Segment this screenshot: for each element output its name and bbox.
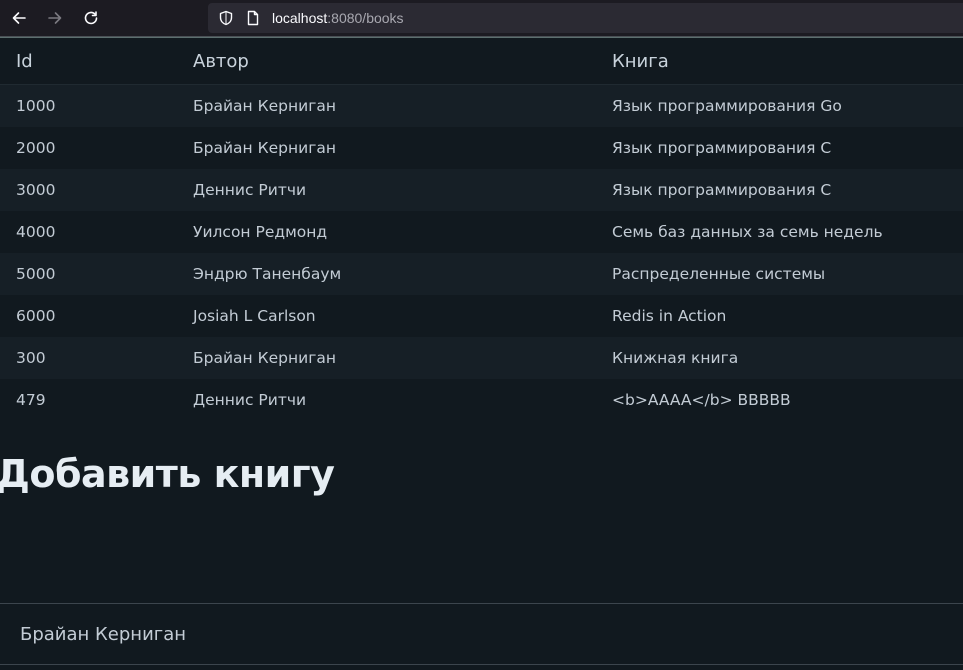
cell-id: 1000 [0,84,193,127]
arrow-right-icon [48,12,62,24]
table-row: 4000 Уилсон Редмонд Семь баз данных за с… [0,211,963,253]
browser-toolbar: localhost:8080/books [0,0,963,37]
table-row: 2000 Брайан Керниган Язык программирован… [0,127,963,169]
cell-book: Язык программирования Go [612,84,963,127]
cell-author: Брайан Керниган [193,337,612,379]
cell-book: <b>AAAA</b> BBBBB [612,379,963,421]
cell-id: 5000 [0,253,193,295]
cell-author: Уилсон Редмонд [193,211,612,253]
cell-author: Брайан Керниган [193,84,612,127]
table-row: 479 Деннис Ритчи <b>AAAA</b> BBBBB [0,379,963,421]
table-header-row: Id Автор Книга [0,38,963,85]
cell-id: 4000 [0,211,193,253]
page-content: Id Автор Книга 1000 Брайан Керниган Язык… [0,38,963,421]
back-button[interactable] [7,6,31,30]
table-row: 300 Брайан Керниган Книжная книга [0,337,963,379]
url-bar[interactable]: localhost:8080/books [208,3,963,33]
header-book: Книга [612,38,963,85]
cell-id: 300 [0,337,193,379]
reload-button[interactable] [79,6,103,30]
add-book-heading: Добавить книгу [0,452,335,496]
arrow-left-icon [12,12,26,24]
books-table: Id Автор Книга 1000 Брайан Керниган Язык… [0,38,963,421]
cell-book: Redis in Action [612,295,963,337]
cell-book: Язык программирования C [612,169,963,211]
cell-book: Семь баз данных за семь недель [612,211,963,253]
cell-id: 6000 [0,295,193,337]
forward-button[interactable] [43,6,67,30]
cell-id: 3000 [0,169,193,211]
author-field-container [0,603,963,665]
cell-book: Книжная книга [612,337,963,379]
cell-id: 479 [0,379,193,421]
cell-id: 2000 [0,127,193,169]
cell-book: Распределенные системы [612,253,963,295]
cell-author: Брайан Керниган [193,127,612,169]
url-text[interactable]: localhost:8080/books [272,3,404,33]
cell-book: Язык программирования C [612,127,963,169]
table-row: 5000 Эндрю Таненбаум Распределенные сист… [0,253,963,295]
cell-author: Деннис Ритчи [193,379,612,421]
url-path: :8080/books [327,10,404,26]
cell-author: Josiah L Carlson [193,295,612,337]
header-id: Id [0,38,193,85]
author-input[interactable] [0,604,963,664]
cell-author: Эндрю Таненбаум [193,253,612,295]
cell-author: Деннис Ритчи [193,169,612,211]
table-row: 6000 Josiah L Carlson Redis in Action [0,295,963,337]
reload-icon [84,11,98,25]
header-author: Автор [193,38,612,85]
url-host: localhost [272,10,328,26]
table-row: 3000 Деннис Ритчи Язык программирования … [0,169,963,211]
table-row: 1000 Брайан Керниган Язык программирован… [0,84,963,127]
page-icon[interactable] [245,10,261,26]
shield-icon[interactable] [218,10,234,26]
